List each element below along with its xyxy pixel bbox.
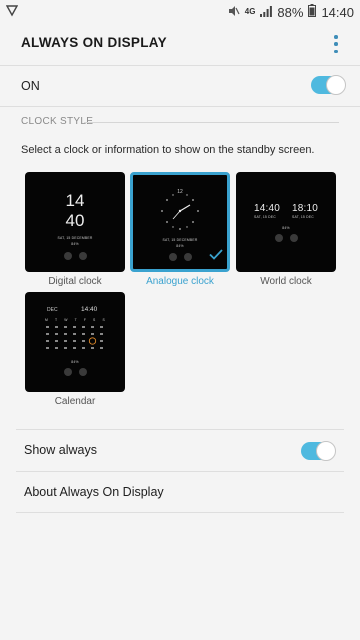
world-time-a: 14:40 (254, 203, 281, 214)
clock-option-calendar[interactable]: DEC 14:40 M T W T F S S 84% (25, 292, 125, 392)
calendar-weekdays: M T W T F S S (45, 318, 105, 322)
battery-icon (308, 4, 317, 20)
clock-option-analogue[interactable]: 12 SAT, 15 DECEMBER 84% (130, 172, 230, 272)
master-switch-label: ON (21, 79, 40, 93)
clock-option-label: Calendar (54, 396, 96, 407)
world-date-b: SAT, 15 DEC (292, 215, 314, 219)
weekday: T (54, 318, 58, 322)
analogue-twelve: 12 (177, 189, 183, 195)
weekday: W (64, 318, 68, 322)
signal-icon (260, 5, 273, 20)
calendar-grid-icon (46, 326, 103, 349)
show-always-label: Show always (24, 443, 97, 457)
section-rule (84, 122, 339, 123)
show-always-toggle[interactable] (301, 441, 336, 461)
clock-option-label: World clock (260, 276, 312, 287)
analogue-date: SAT, 15 DECEMBER (162, 238, 198, 242)
mute-icon (228, 5, 240, 20)
status-bar: 4G 88% 14:40 (0, 0, 360, 24)
preview-shortcut-icons (169, 253, 192, 261)
selected-check-icon (209, 247, 223, 265)
digital-minute: 40 (65, 211, 85, 230)
toggle-knob (326, 75, 346, 95)
master-switch-row[interactable]: ON (0, 66, 360, 106)
weekday: F (83, 318, 87, 322)
clock-time: 14:40 (321, 4, 354, 20)
section-title-clock-style: CLOCK STYLE (21, 116, 94, 127)
digital-hour: 14 (65, 191, 85, 210)
clock-style-description: Select a clock or information to show on… (21, 144, 315, 156)
preview-shortcut-icons (64, 368, 87, 376)
about-label: About Always On Display (24, 485, 164, 499)
more-dot (334, 49, 338, 53)
digital-battery: 84% (71, 242, 79, 246)
more-dot (334, 42, 338, 46)
preview-shortcut-icons (64, 252, 87, 260)
clock-option-world[interactable]: 14:40 18:10 SAT, 15 DEC SAT, 15 DEC 84% (236, 172, 336, 272)
calendar-time: 14:40 (81, 306, 98, 313)
network-type: 4G (244, 7, 256, 16)
preview-shortcut-icons (275, 234, 298, 242)
divider (0, 106, 360, 107)
clock-option-label: Digital clock (48, 276, 102, 287)
settings-card: Show always About Always On Display (16, 430, 344, 512)
clock-option-digital[interactable]: 14 40 SAT, 15 DECEMBER 84% (25, 172, 125, 272)
more-options-icon (334, 35, 338, 39)
app-bar: ALWAYS ON DISPLAY (0, 24, 360, 64)
digital-date: SAT, 15 DECEMBER (57, 236, 93, 240)
world-battery: 84% (282, 226, 290, 230)
master-toggle[interactable] (311, 75, 346, 95)
weekday: M (45, 318, 49, 322)
weekday: S (93, 318, 96, 322)
calendar-month: DEC (47, 307, 58, 313)
battery-percent: 88% (277, 4, 304, 20)
notification-icon (5, 4, 19, 22)
clock-option-label-selected: Analogue clock (146, 276, 214, 287)
more-options-button[interactable] (330, 33, 342, 55)
calendar-battery: 84% (71, 360, 79, 364)
world-date-a: SAT, 15 DEC (254, 215, 276, 219)
about-row[interactable]: About Always On Display (16, 472, 344, 513)
weekday: T (74, 318, 77, 322)
divider (16, 512, 344, 513)
world-time-b: 18:10 (292, 203, 319, 214)
weekday: S (102, 318, 105, 322)
toggle-knob (316, 441, 336, 461)
show-always-row[interactable]: Show always (16, 430, 344, 471)
page-title: ALWAYS ON DISPLAY (21, 35, 167, 50)
